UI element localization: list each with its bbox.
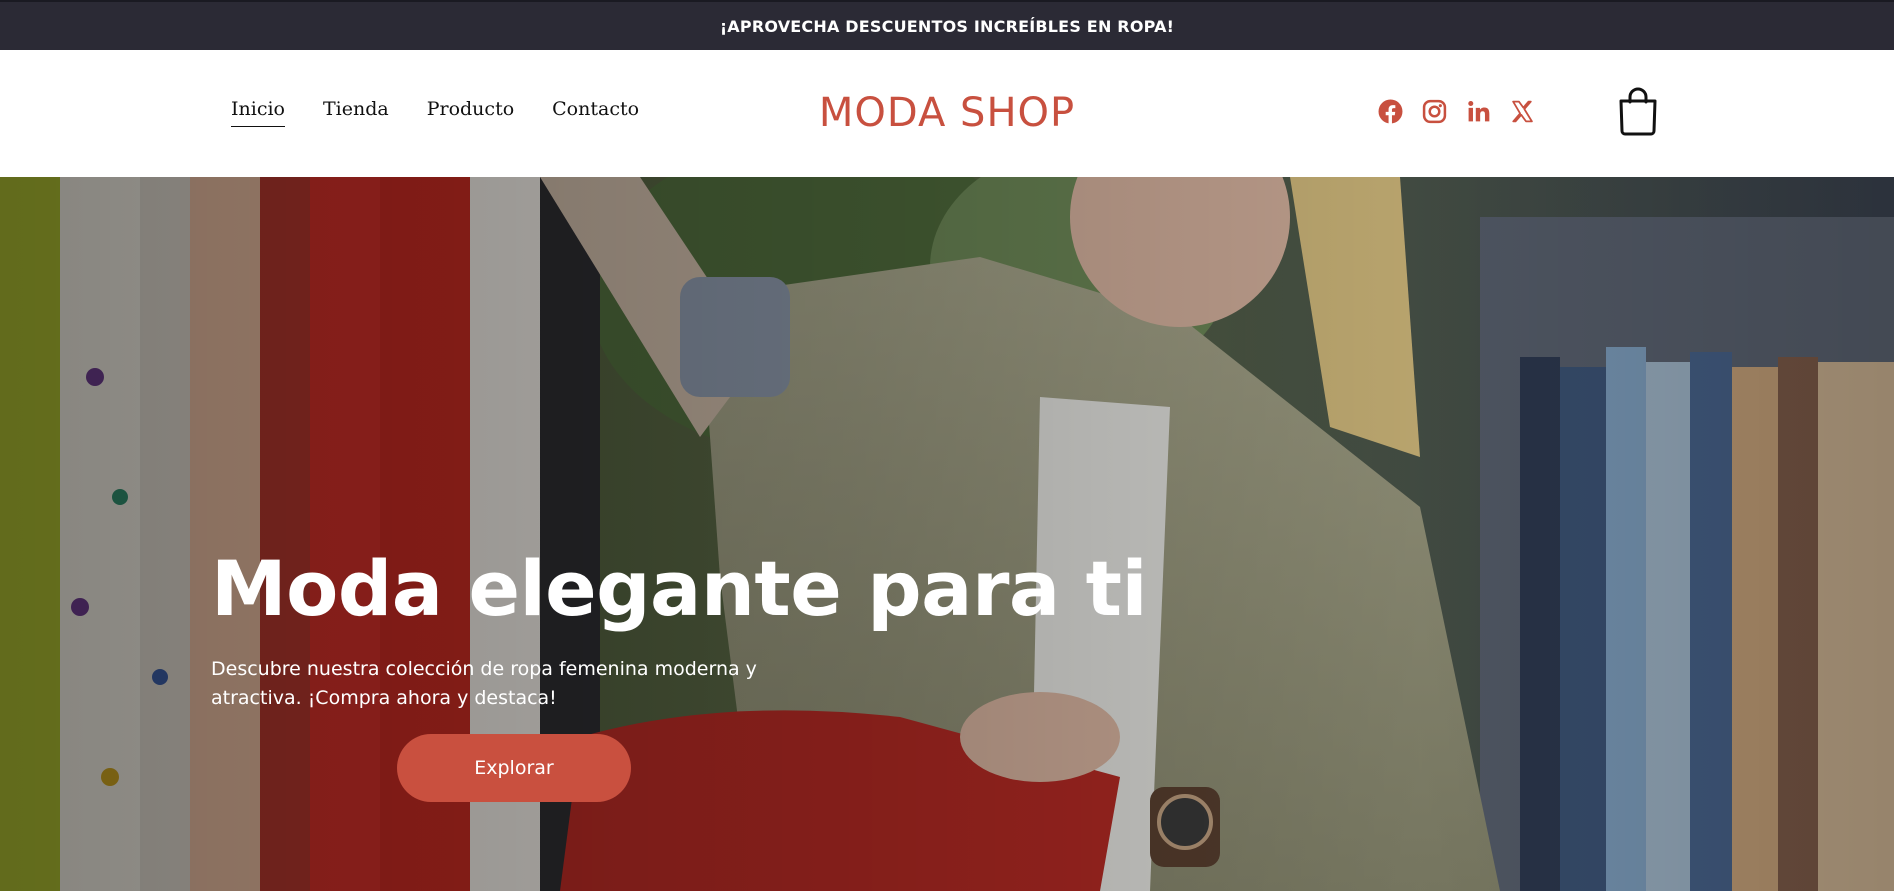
facebook-icon[interactable] bbox=[1378, 99, 1403, 124]
site-logo[interactable]: MODA SHOP bbox=[819, 90, 1075, 136]
nav-link-tienda[interactable]: Tienda bbox=[323, 98, 389, 127]
main-nav: Inicio Tienda Producto Contacto bbox=[231, 98, 639, 127]
linkedin-icon[interactable] bbox=[1466, 99, 1491, 124]
site-header: Inicio Tienda Producto Contacto MODA SHO… bbox=[0, 50, 1894, 177]
x-icon[interactable] bbox=[1510, 99, 1535, 124]
instagram-icon[interactable] bbox=[1422, 99, 1447, 124]
hero-subtitle: Descubre nuestra colección de ropa femen… bbox=[211, 658, 757, 709]
explore-button[interactable]: Explorar bbox=[397, 734, 631, 802]
promo-bar: ¡APROVECHA DESCUENTOS INCREÍBLES EN ROPA… bbox=[0, 0, 1894, 50]
nav-link-producto[interactable]: Producto bbox=[427, 98, 514, 127]
social-links bbox=[1378, 99, 1535, 124]
nav-link-inicio[interactable]: Inicio bbox=[231, 98, 285, 127]
hero-title: Moda elegante para ti bbox=[211, 544, 1148, 633]
promo-text: ¡APROVECHA DESCUENTOS INCREÍBLES EN ROPA… bbox=[719, 16, 1175, 36]
shopping-bag-icon[interactable] bbox=[1617, 86, 1659, 136]
nav-link-contacto[interactable]: Contacto bbox=[552, 98, 639, 127]
hero-overlay bbox=[0, 177, 1894, 891]
hero-section: Moda elegante para ti Descubre nuestra c… bbox=[0, 177, 1894, 891]
